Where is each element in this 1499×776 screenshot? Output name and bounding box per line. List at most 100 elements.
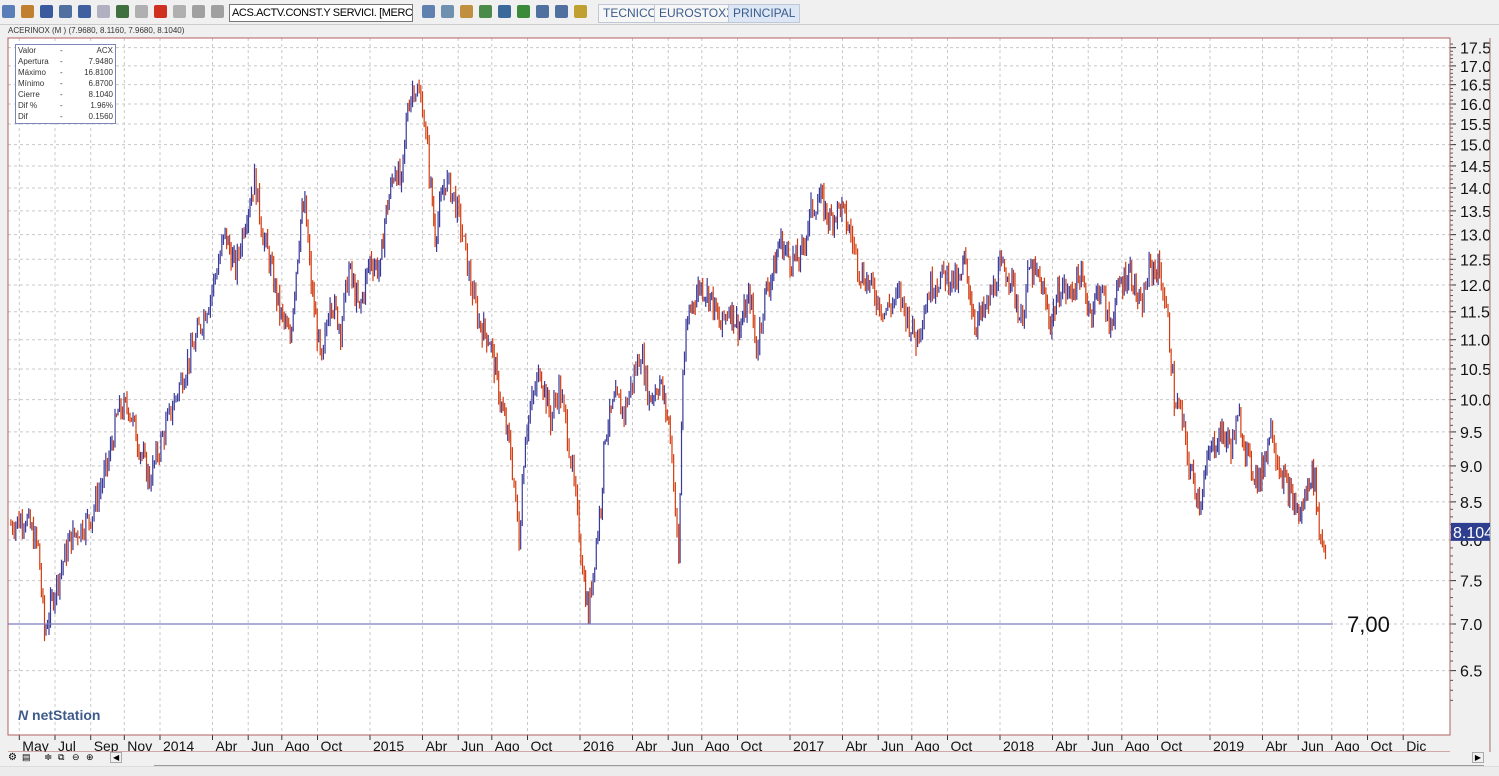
tab-tecnico[interactable]: TECNICO: [598, 4, 662, 23]
info-label: Cierre: [18, 90, 40, 99]
save-icon[interactable]: [40, 5, 53, 18]
x-tick-label: Dic: [1406, 738, 1426, 752]
x-tick-label: Abr: [216, 738, 238, 752]
building-icon[interactable]: [460, 5, 473, 18]
horizontal-scrollbar[interactable]: ▶: [154, 752, 1484, 766]
y-tick-label: 15.5: [1460, 117, 1491, 134]
x-tick-label: 2016: [583, 738, 614, 752]
info-label: Valor: [18, 46, 37, 55]
info-value: 8.1040: [88, 90, 113, 99]
new-icon[interactable]: [2, 5, 15, 18]
copy-icon[interactable]: [97, 5, 110, 18]
vertical-scrollbar[interactable]: [1490, 38, 1499, 750]
info-sep: -: [60, 112, 63, 121]
x-tick-label: Jun: [1301, 738, 1324, 752]
y-tick-label: 7.0: [1460, 617, 1482, 634]
indicator-icon[interactable]: ▤: [22, 752, 31, 763]
x-tick-label: Oct: [531, 738, 553, 752]
y-tick-label: 16.5: [1460, 78, 1491, 95]
alarm-icon[interactable]: [154, 5, 167, 18]
zoom-in-icon[interactable]: ⊕: [86, 752, 94, 763]
refresh-icon[interactable]: [441, 5, 454, 18]
x-tick-label: Jul: [58, 738, 76, 752]
logo-text: netStation: [32, 707, 101, 723]
info-value: 0.1560: [88, 112, 113, 121]
open-icon[interactable]: [21, 5, 34, 18]
symbol-input[interactable]: ACS.ACTV.CONST.Y SERVICI. [MERCADO CO: [229, 4, 413, 22]
info-sep: -: [60, 79, 63, 88]
x-tick-label: Abr: [846, 738, 868, 752]
y-tick-label: 8.5: [1460, 495, 1482, 512]
zoom-fit-icon[interactable]: ⧉: [58, 752, 64, 763]
x-tick-label: 2018: [1003, 738, 1034, 752]
info-label: Apertura: [18, 57, 49, 66]
info-sep: -: [60, 57, 63, 66]
x-tick-label: 2019: [1213, 738, 1244, 752]
chart-icon[interactable]: [479, 5, 492, 18]
news-icon[interactable]: [536, 5, 549, 18]
user-icon[interactable]: [192, 5, 205, 18]
netstation-logo: N netStation: [18, 707, 100, 723]
edit-icon[interactable]: [78, 5, 91, 18]
print-icon[interactable]: [59, 5, 72, 18]
table-icon[interactable]: [422, 5, 435, 18]
info-value: 7.9480: [88, 57, 113, 66]
info-sep: -: [60, 101, 63, 110]
help-icon[interactable]: [574, 5, 587, 18]
info-value: 1.96%: [90, 101, 113, 110]
x-tick-label: May: [22, 738, 48, 752]
logo-icon: N: [18, 707, 29, 723]
y-tick-label: 12.5: [1460, 252, 1491, 269]
chart-header: ACERINOX (M ) (7.9680, 8.1160, 7.9680, 8…: [8, 26, 185, 35]
y-tick-label: 15.0: [1460, 138, 1491, 155]
scroll-right-button[interactable]: ▶: [1471, 752, 1484, 763]
y-tick-label: 13.5: [1460, 204, 1491, 221]
x-tick-label: Abr: [1056, 738, 1078, 752]
x-tick-label: Ago: [705, 738, 730, 752]
crosshair-icon[interactable]: ≑: [44, 752, 52, 763]
info-sep: -: [60, 90, 63, 99]
x-tick-label: Nov: [127, 738, 152, 752]
text-icon[interactable]: [173, 5, 186, 18]
x-tick-label: 2014: [163, 738, 194, 752]
y-tick-label: 6.5: [1460, 664, 1482, 681]
disabled-icon[interactable]: [135, 5, 148, 18]
price-chart[interactable]: 6.57.07.58.08.59.09.510.010.511.011.512.…: [0, 24, 1499, 752]
settings-icon[interactable]: ⚙: [8, 752, 17, 763]
x-tick-label: Oct: [951, 738, 973, 752]
tab-eurostoxx[interactable]: EUROSTOXX: [654, 4, 740, 23]
x-tick-label: Ago: [495, 738, 520, 752]
zoom-out-icon[interactable]: ⊖: [72, 752, 80, 763]
portfolio-icon[interactable]: [555, 5, 568, 18]
tab-principal[interactable]: PRINCIPAL: [728, 4, 801, 23]
info-panel: Valor - ACX Apertura -7.9480 Máximo -16.8100 Mí…: [15, 44, 116, 124]
chart-up-icon[interactable]: [498, 5, 511, 18]
info-value: ACX: [96, 46, 113, 55]
x-tick-label: 2017: [793, 738, 824, 752]
tree-icon[interactable]: [116, 5, 129, 18]
chart-compare-icon[interactable]: [517, 5, 530, 18]
last-price-label: 8.104: [1453, 525, 1493, 542]
x-tick-label: 2015: [373, 738, 404, 752]
info-label: Máximo: [18, 68, 47, 77]
x-tick-label: Jun: [251, 738, 274, 752]
x-tick-label: Ago: [285, 738, 310, 752]
x-tick-label: Oct: [1371, 738, 1393, 752]
x-tick-label: Jun: [671, 738, 694, 752]
plot-area: [8, 38, 1450, 735]
info-label: Dif %: [18, 101, 38, 110]
info-row: Cierre - 8.1040: [16, 89, 115, 100]
info-label: Dif: [18, 112, 28, 121]
y-tick-label: 17.5: [1460, 41, 1491, 58]
y-tick-label: 9.0: [1460, 459, 1482, 476]
y-tick-label: 13.0: [1460, 228, 1491, 245]
y-tick-label: 10.0: [1460, 393, 1491, 410]
settings-icon[interactable]: [211, 5, 224, 18]
x-tick-label: Jun: [461, 738, 484, 752]
x-tick-label: Ago: [1335, 738, 1360, 752]
info-row: Valor - ACX: [16, 45, 115, 56]
x-tick-label: Abr: [636, 738, 658, 752]
y-tick-label: 9.5: [1460, 425, 1482, 442]
scroll-left-button[interactable]: ◀: [110, 752, 123, 763]
x-tick-label: Ago: [915, 738, 940, 752]
